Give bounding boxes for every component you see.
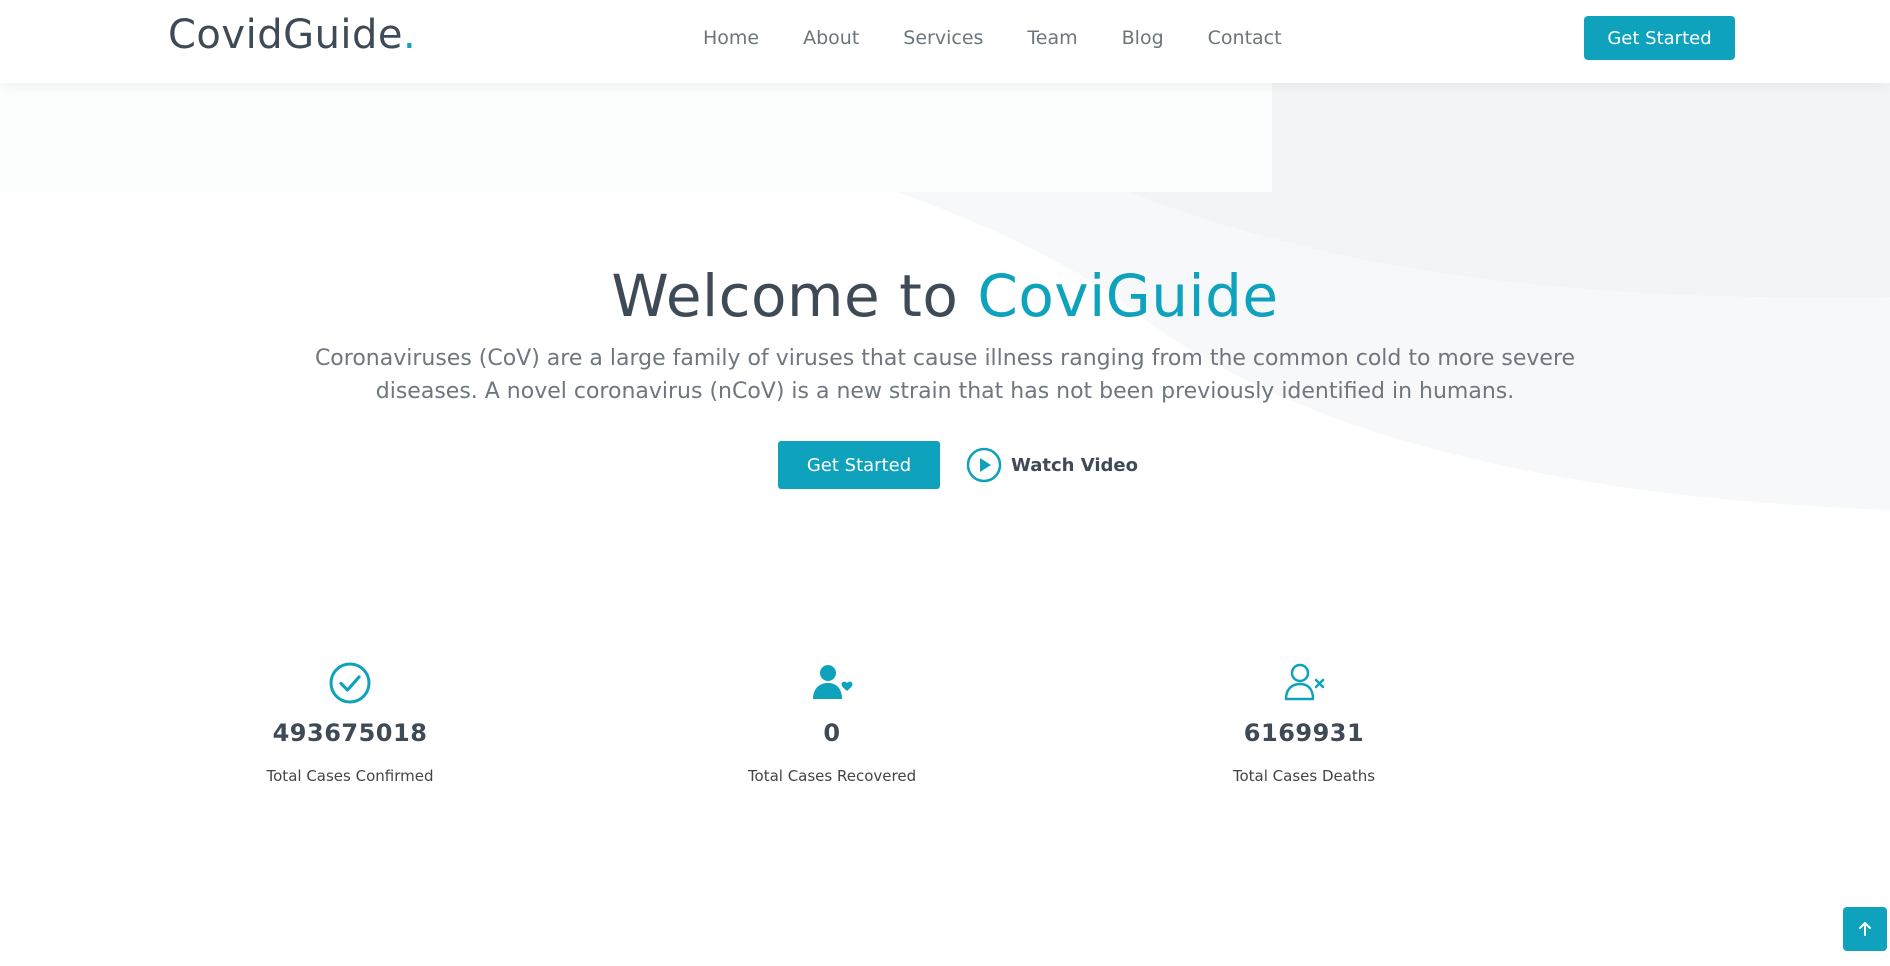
stat-label: Total Cases Recovered: [747, 767, 917, 785]
logo[interactable]: CovidGuide.: [168, 12, 416, 58]
stat-confirmed: 493675018 Total Cases Confirmed: [200, 661, 500, 785]
arrow-up-icon: [1859, 922, 1871, 936]
stat-recovered: 0 Total Cases Recovered: [682, 661, 982, 785]
logo-dot: .: [403, 12, 417, 58]
stat-deaths: 6169931 Total Cases Deaths: [1154, 661, 1454, 785]
back-to-top-button[interactable]: [1843, 907, 1887, 951]
stat-value: 6169931: [1243, 719, 1365, 747]
play-circle-icon: [966, 447, 1002, 483]
header-get-started-button[interactable]: Get Started: [1584, 16, 1735, 60]
watch-video-label: Watch Video: [1011, 454, 1138, 476]
nav-item-home[interactable]: Home: [703, 26, 759, 50]
watch-video-link[interactable]: Watch Video: [966, 446, 1138, 484]
hero-background-shapes: [0, 83, 1890, 510]
logo-text: CovidGuide: [168, 12, 404, 58]
stat-value: 0: [823, 719, 841, 747]
stat-label: Total Cases Deaths: [1232, 767, 1376, 785]
nav-item-blog[interactable]: Blog: [1122, 26, 1164, 50]
hero-title-accent: CoviGuide: [977, 262, 1279, 330]
stat-label: Total Cases Confirmed: [266, 767, 434, 785]
hero-title-prefix: Welcome to: [611, 262, 978, 330]
nav-item-contact[interactable]: Contact: [1208, 26, 1282, 50]
nav-item-services[interactable]: Services: [903, 26, 983, 50]
main-nav: Home About Services Team Blog Contact: [703, 26, 1282, 50]
stat-value: 493675018: [272, 719, 428, 747]
person-x-icon: [1284, 663, 1325, 701]
person-heart-icon: [813, 665, 853, 699]
page: CovidGuide. Home About Services Team Blo…: [0, 0, 1890, 966]
hero-subtitle: Coronaviruses (CoV) are a large family o…: [314, 346, 1576, 404]
check-circle-icon: [329, 662, 371, 704]
nav-item-about[interactable]: About: [803, 26, 859, 50]
nav-item-team[interactable]: Team: [1027, 26, 1077, 50]
hero-get-started-button[interactable]: Get Started: [778, 441, 940, 489]
hero-title: Welcome to CoviGuide: [0, 262, 1890, 330]
site-header: CovidGuide. Home About Services Team Blo…: [0, 0, 1890, 83]
